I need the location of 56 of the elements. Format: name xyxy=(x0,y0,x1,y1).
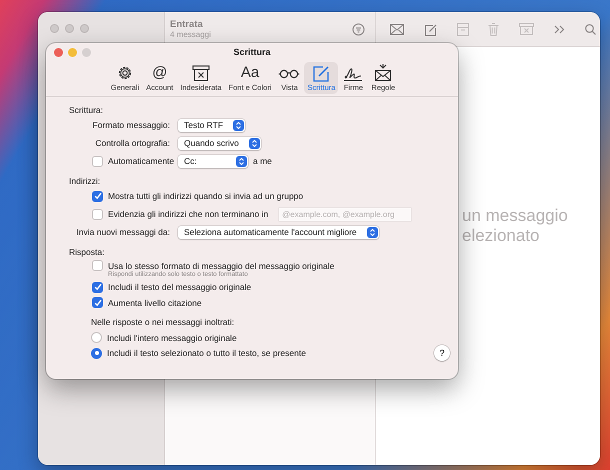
trash-icon[interactable] xyxy=(488,22,500,36)
checkbox-label: Includi il testo del messaggio originale xyxy=(108,282,252,292)
minimize-button[interactable] xyxy=(65,24,74,33)
checkbox-label: Mostra tutti gli indirizzi quando si invia ad un gruppo xyxy=(108,191,304,201)
search-icon[interactable] xyxy=(584,24,596,34)
checkbox-label: Aumenta livello citazione xyxy=(108,298,202,308)
checkbox[interactable] xyxy=(92,297,103,308)
popup-menu[interactable]: Testo RTF xyxy=(178,118,246,132)
minimize-button[interactable] xyxy=(68,48,77,57)
field-label: a me xyxy=(253,156,272,166)
zoom-button[interactable] xyxy=(80,24,89,33)
chevrons-icon[interactable] xyxy=(554,24,566,34)
radio-button[interactable] xyxy=(91,332,102,344)
section-heading: Indirizzi: xyxy=(69,176,100,186)
help-button[interactable]: ? xyxy=(434,345,450,362)
window-title: Scrittura xyxy=(233,47,270,58)
checkbox[interactable] xyxy=(92,156,103,166)
empty-viewer-message: un messaggio xyxy=(462,206,569,226)
section-heading: Risposta: xyxy=(69,247,104,257)
zoom-button[interactable] xyxy=(82,48,91,57)
popup-menu[interactable]: Cc: xyxy=(178,154,248,168)
filter-icon[interactable] xyxy=(352,22,365,36)
empty-viewer-message: elezionato xyxy=(462,226,541,246)
section-heading: Scrittura: xyxy=(69,105,104,115)
checkbox-label: Evidenzia gli indirizzi che non terminano in xyxy=(108,209,268,219)
junk-bin-icon xyxy=(190,63,212,83)
font-icon: Aa xyxy=(240,63,260,83)
field-label: Formato messaggio: xyxy=(92,120,170,130)
checkbox[interactable] xyxy=(92,282,103,293)
checkbox-label: Usa lo stesso formato di messaggio del messaggio originale xyxy=(108,260,334,271)
mailbox-title: Entrata xyxy=(170,19,204,30)
compose-icon[interactable] xyxy=(424,22,437,36)
message-count: 4 messaggi xyxy=(170,30,212,39)
radio-label: Includi il testo selezionato o tutto il testo, se presente xyxy=(107,348,306,358)
close-button[interactable] xyxy=(54,48,63,57)
envelope-icon[interactable] xyxy=(390,24,404,34)
archive-icon[interactable] xyxy=(456,22,469,36)
at-sign-icon: @ xyxy=(152,63,168,83)
popup-menu[interactable]: Quando scrivo xyxy=(178,136,261,150)
radio-label: Includi l'intero messaggio originale xyxy=(107,332,237,343)
stepper-icon xyxy=(366,226,378,238)
junk-icon[interactable] xyxy=(519,23,534,35)
input-field[interactable]: @example.com, @example.org xyxy=(279,208,412,220)
field-label: Invia nuovi messaggi da: xyxy=(75,227,170,237)
stepper-icon xyxy=(233,120,244,130)
checkbox[interactable] xyxy=(92,260,103,272)
group-caption: Nelle risposte o nei messaggi inoltrati: xyxy=(91,317,234,328)
checkbox[interactable] xyxy=(92,190,103,202)
checkbox-label: Automaticamente xyxy=(108,156,174,166)
close-button[interactable] xyxy=(50,24,59,33)
radio-button[interactable] xyxy=(91,348,102,359)
popup-menu[interactable]: Seleziona automaticamente l'account migliore xyxy=(178,226,379,238)
field-label: Controlla ortografia: xyxy=(94,138,170,148)
stepper-icon xyxy=(236,156,247,166)
checkbox[interactable] xyxy=(92,208,103,220)
stepper-icon xyxy=(248,138,260,148)
